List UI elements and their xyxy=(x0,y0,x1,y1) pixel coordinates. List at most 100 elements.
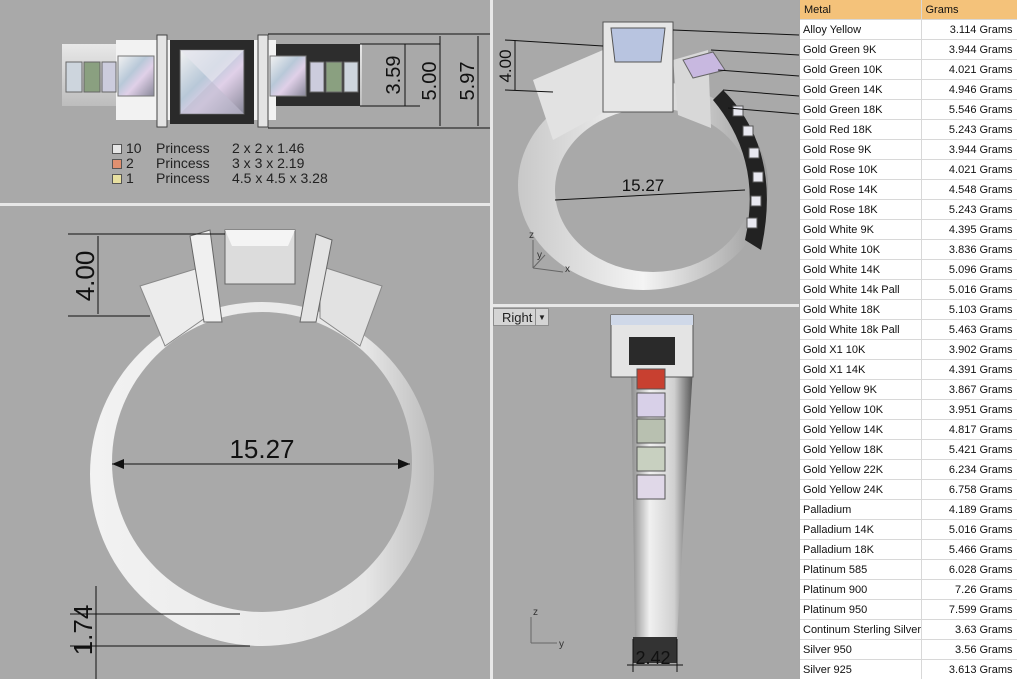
metal-name: Gold Rose 10K xyxy=(800,159,922,180)
table-header-row: Metal Grams xyxy=(800,0,1017,20)
metal-grams: 4.946 Grams xyxy=(921,79,1017,100)
table-row[interactable]: Gold White 9K 4.395 Grams xyxy=(800,219,1017,240)
metal-name: Gold Rose 18K xyxy=(800,199,922,220)
table-row[interactable]: Gold Yellow 24K 6.758 Grams xyxy=(800,479,1017,500)
right-view-drawing: 2.42 z y xyxy=(530,314,694,672)
divider-horizontal-right[interactable] xyxy=(493,304,799,307)
table-row[interactable]: Gold Green 14K 4.946 Grams xyxy=(800,79,1017,100)
small-stones-right xyxy=(269,55,359,97)
metal-grams: 5.096 Grams xyxy=(921,259,1017,280)
metal-grams: 4.548 Grams xyxy=(921,179,1017,200)
table-row[interactable]: Gold Yellow 22K 6.234 Grams xyxy=(800,459,1017,480)
table-row[interactable]: Gold Green 10K 4.021 Grams xyxy=(800,59,1017,80)
legend-swatch xyxy=(112,143,122,154)
front-dim-height: 4.00 xyxy=(70,251,100,302)
legend-size: 4.5 x 4.5 x 3.28 xyxy=(232,170,328,186)
table-row[interactable]: Silver 950 3.56 Grams xyxy=(800,639,1017,660)
table-row[interactable]: Gold White 14K 5.096 Grams xyxy=(800,259,1017,280)
right-axis-icon xyxy=(530,617,557,644)
metal-name: Gold Green 18K xyxy=(800,99,922,120)
dim-top-5.00: 5.00 xyxy=(419,62,441,101)
table-row[interactable]: Gold Rose 18K 5.243 Grams xyxy=(800,199,1017,220)
persp-axis-y: y xyxy=(537,250,542,261)
metal-name: Gold White 18K xyxy=(800,299,922,320)
legend-shape: Princess xyxy=(156,170,210,186)
metal-name: Gold White 18k Pall xyxy=(800,319,922,340)
table-row[interactable]: Gold Rose 10K 4.021 Grams xyxy=(800,159,1017,180)
right-dim-width: 2.42 xyxy=(635,648,670,668)
divider-vertical[interactable] xyxy=(490,0,493,679)
metal-grams: 4.391 Grams xyxy=(921,359,1017,380)
table-row[interactable]: Gold Red 18K 5.243 Grams xyxy=(800,119,1017,140)
metal-name: Gold Yellow 18K xyxy=(800,439,922,460)
metal-grams: 3.613 Grams xyxy=(921,659,1017,679)
metal-grams: 5.103 Grams xyxy=(921,299,1017,320)
metal-name: Alloy Yellow xyxy=(800,19,922,40)
metal-name: Gold Yellow 22K xyxy=(800,459,922,480)
table-row[interactable]: Gold White 18K 5.103 Grams xyxy=(800,299,1017,320)
divider-horizontal-left[interactable] xyxy=(0,203,490,206)
legend-row: 10 Princess 2 x 2 x 1.46 xyxy=(112,141,328,156)
table-row[interactable]: Gold Yellow 18K 5.421 Grams xyxy=(800,439,1017,460)
metal-grams: 5.546 Grams xyxy=(921,99,1017,120)
metal-name: Palladium 18K xyxy=(800,539,922,560)
viewport-perspective[interactable]: 4.00 15.27 z y x xyxy=(493,0,799,304)
metal-grams: 6.028 Grams xyxy=(921,559,1017,580)
chevron-down-icon[interactable]: ▼ xyxy=(535,309,548,325)
metal-grams: 3.902 Grams xyxy=(921,339,1017,360)
legend-row: 2 Princess 3 x 3 x 2.19 xyxy=(112,156,328,171)
viewport-right[interactable]: 2.42 z y xyxy=(493,307,799,679)
metal-grams: 6.758 Grams xyxy=(921,479,1017,500)
metal-name: Gold Rose 14K xyxy=(800,179,922,200)
table-row[interactable]: Gold Green 18K 5.546 Grams xyxy=(800,99,1017,120)
header-grams[interactable]: Grams xyxy=(921,0,1017,20)
dim-top-3.59: 3.59 xyxy=(383,56,405,95)
metal-grams: 3.836 Grams xyxy=(921,239,1017,260)
metal-name: Gold Green 10K xyxy=(800,59,922,80)
metal-name: Gold White 14K xyxy=(800,259,922,280)
persp-axis-x: x xyxy=(565,264,570,275)
viewport-label-text: Right xyxy=(502,309,533,325)
table-row[interactable]: Gold X1 10K 3.902 Grams xyxy=(800,339,1017,360)
table-row[interactable]: Platinum 585 6.028 Grams xyxy=(800,559,1017,580)
table-row[interactable]: Gold Rose 14K 4.548 Grams xyxy=(800,179,1017,200)
metal-grams: 6.234 Grams xyxy=(921,459,1017,480)
table-row[interactable]: Silver 925 3.613 Grams xyxy=(800,659,1017,679)
metal-grams: 4.817 Grams xyxy=(921,419,1017,440)
metal-name: Palladium xyxy=(800,499,922,520)
table-row[interactable]: Gold Yellow 9K 3.867 Grams xyxy=(800,379,1017,400)
right-axis-y: y xyxy=(559,639,564,650)
viewport-label-right[interactable]: Right ▼ xyxy=(493,308,549,326)
table-row[interactable]: Palladium 4.189 Grams xyxy=(800,499,1017,520)
table-row[interactable]: Palladium 18K 5.466 Grams xyxy=(800,539,1017,560)
table-row[interactable]: Gold Yellow 10K 3.951 Grams xyxy=(800,399,1017,420)
table-row[interactable]: Gold White 14k Pall 5.016 Grams xyxy=(800,279,1017,300)
table-row[interactable]: Continum Sterling Silver 3.63 Grams xyxy=(800,619,1017,640)
metal-name: Gold Green 9K xyxy=(800,39,922,60)
table-row[interactable]: Gold Rose 9K 3.944 Grams xyxy=(800,139,1017,160)
metal-grams: 5.463 Grams xyxy=(921,319,1017,340)
table-row[interactable]: Palladium 14K 5.016 Grams xyxy=(800,519,1017,540)
viewport-front[interactable]: 4.00 15.27 1.74 xyxy=(0,206,490,679)
header-metal[interactable]: Metal xyxy=(800,0,922,20)
table-row[interactable]: Gold X1 14K 4.391 Grams xyxy=(800,359,1017,380)
perspective-drawing: 4.00 15.27 z y x xyxy=(496,21,799,290)
metal-name: Gold Rose 9K xyxy=(800,139,922,160)
table-row[interactable]: Platinum 950 7.599 Grams xyxy=(800,599,1017,620)
metal-grams: 5.016 Grams xyxy=(921,279,1017,300)
table-row[interactable]: Gold White 10K 3.836 Grams xyxy=(800,239,1017,260)
metal-name: Gold Red 18K xyxy=(800,119,922,140)
table-row[interactable]: Alloy Yellow 3.114 Grams xyxy=(800,19,1017,40)
prong-right xyxy=(257,34,269,128)
metal-name: Continum Sterling Silver xyxy=(800,619,922,640)
table-row[interactable]: Gold Yellow 14K 4.817 Grams xyxy=(800,419,1017,440)
metal-grams: 3.114 Grams xyxy=(921,19,1017,40)
table-row[interactable]: Gold Green 9K 3.944 Grams xyxy=(800,39,1017,60)
viewport-top[interactable]: 3.59 5.00 5.97 10 Princess 2 x 2 x 1.46 … xyxy=(0,0,490,203)
table-row[interactable]: Platinum 900 7.26 Grams xyxy=(800,579,1017,600)
legend-count: 1 xyxy=(126,170,134,186)
metal-name: Gold Yellow 9K xyxy=(800,379,922,400)
table-row[interactable]: Gold White 18k Pall 5.463 Grams xyxy=(800,319,1017,340)
metal-name: Gold X1 14K xyxy=(800,359,922,380)
right-axis-z: z xyxy=(533,607,538,618)
